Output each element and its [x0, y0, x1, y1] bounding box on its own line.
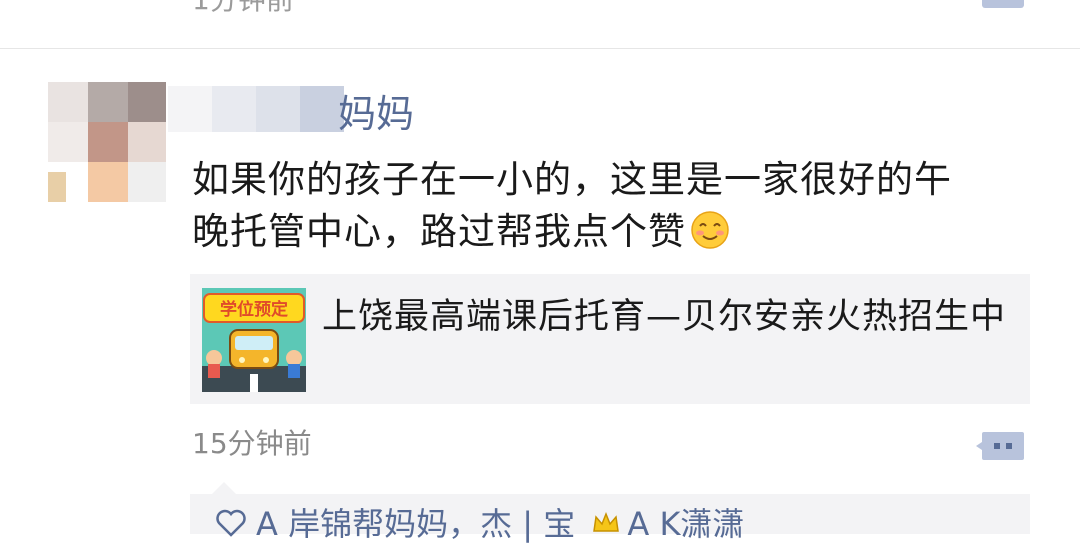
crown-emoji-icon	[593, 511, 620, 532]
likes-pointer	[212, 482, 236, 494]
post-timestamp: 15分钟前	[192, 427, 312, 460]
likes-names[interactable]: A 岸锦帮妈妈，杰 | 宝	[256, 505, 585, 543]
thumb-badge-text: 学位预定	[220, 299, 288, 320]
author-name[interactable]: 妈妈	[338, 86, 414, 142]
author-name-blurred[interactable]	[168, 86, 344, 132]
post-text-line-1: 如果你的孩子在一小的，这里是一家很好的午	[192, 158, 952, 201]
school-bus-thumbnail-icon: 学位预定	[202, 288, 306, 392]
comment-button[interactable]	[976, 428, 1026, 464]
post-text: 如果你的孩子在一小的，这里是一家很好的午 晚托管中心，路过帮我点个赞	[192, 154, 1042, 258]
likes-panel: A 岸锦帮妈妈，杰 | 宝 A K潇潇	[190, 494, 1030, 543]
previous-post-more-button[interactable]	[982, 0, 1024, 8]
heart-icon	[216, 509, 246, 537]
previous-post: 1分钟前	[0, 0, 1080, 49]
more-actions-icon	[976, 432, 1024, 460]
post-text-line-2: 晚托管中心，路过帮我点个赞	[192, 210, 686, 253]
smile-emoji-icon	[691, 211, 729, 249]
link-thumbnail: 学位预定	[202, 288, 306, 392]
previous-post-time: 1分钟前	[192, 0, 294, 18]
link-card[interactable]: 学位预定 上饶最高端课后托育—贝尔安亲火热招生中	[190, 274, 1030, 404]
avatar[interactable]	[48, 82, 166, 202]
likes-names-tail[interactable]: A K潇潇	[627, 505, 744, 543]
link-title: 上饶最高端课后托育—贝尔安亲火热招生中	[322, 297, 1007, 337]
